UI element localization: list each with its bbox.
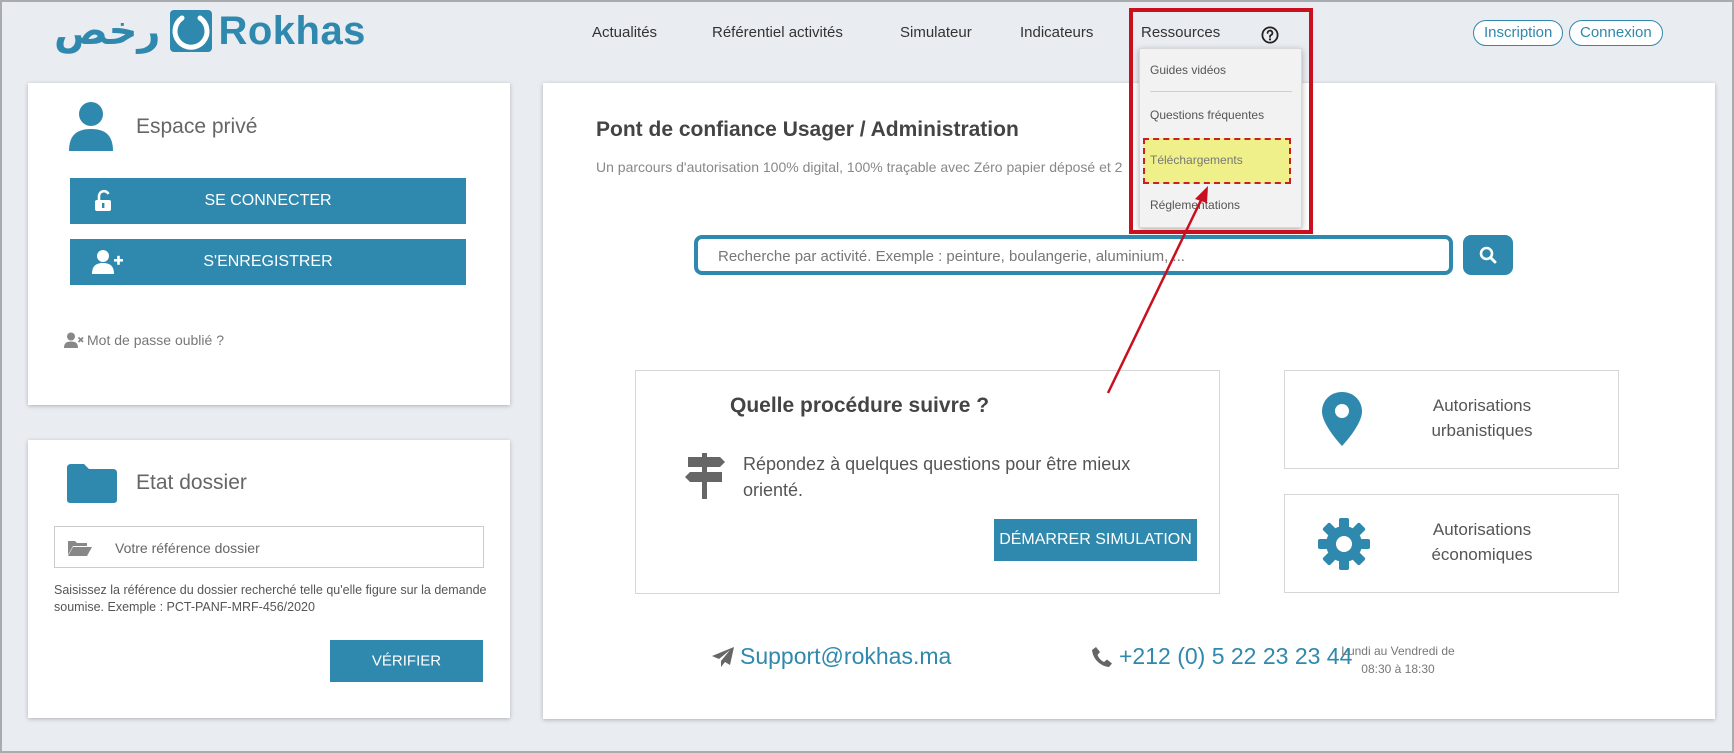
- main-content-card: Pont de confiance Usager / Administratio…: [543, 83, 1715, 719]
- verify-button[interactable]: VÉRIFIER: [330, 640, 483, 682]
- opening-hours: Lundi au Vendredi de 08:30 à 18:30: [1318, 642, 1478, 678]
- search-icon: [1479, 246, 1497, 264]
- hours-line2: 08:30 à 18:30: [1361, 662, 1435, 676]
- economic-line1: Autorisations: [1432, 520, 1532, 539]
- paper-plane-icon: [712, 646, 734, 667]
- economic-line2: économiques: [1431, 545, 1533, 564]
- inscription-button[interactable]: Inscription: [1473, 20, 1564, 46]
- dossier-title: Etat dossier: [136, 471, 247, 494]
- private-space-title: Espace privé: [136, 115, 258, 138]
- forgot-password-label: Mot de passe oublié ?: [87, 332, 224, 348]
- register-label: S'ENREGISTRER: [203, 253, 333, 270]
- activity-search-input[interactable]: [718, 245, 1418, 267]
- dossier-help-text: Saisissez la référence du dossier recher…: [54, 583, 487, 614]
- user-times-icon: [64, 332, 84, 348]
- economic-authorizations-box[interactable]: Autorisations économiques: [1284, 494, 1619, 593]
- activity-search-box[interactable]: [694, 235, 1453, 275]
- start-simulation-button[interactable]: DÉMARRER SIMULATION: [994, 519, 1197, 561]
- signpost-icon: [685, 453, 725, 499]
- procedure-title: Quelle procédure suivre ?: [730, 394, 990, 417]
- start-simulation-label: DÉMARRER SIMULATION: [999, 531, 1192, 548]
- map-marker-icon: [1322, 392, 1362, 446]
- procedure-box: Quelle procédure suivre ? Répondez à que…: [635, 370, 1220, 594]
- help-icon[interactable]: [1261, 26, 1279, 44]
- dossier-reference-input[interactable]: [115, 537, 465, 559]
- verify-label: VÉRIFIER: [371, 652, 442, 670]
- economic-authorizations-label: Autorisations économiques: [1397, 517, 1567, 567]
- nav-actualites[interactable]: Actualités: [592, 24, 657, 41]
- dossier-status-card: Etat dossier Saisissez la référence du d…: [28, 440, 510, 718]
- folder-open-icon: [68, 541, 92, 556]
- main-title: Pont de confiance Usager / Administratio…: [596, 118, 1019, 141]
- phone-number[interactable]: +212 (0) 5 22 23 23 44: [1091, 643, 1352, 670]
- phone-icon: [1092, 646, 1112, 667]
- private-space-card: Espace privé SE CONNECTER S'ENREGISTRER …: [28, 83, 510, 405]
- nav-ressources[interactable]: Ressources: [1141, 24, 1220, 41]
- support-email: Support@rokhas.ma: [740, 643, 952, 669]
- hours-line1: Lundi au Vendredi de: [1341, 644, 1455, 658]
- dropdown-guides-videos[interactable]: Guides vidéos: [1150, 63, 1226, 77]
- dossier-reference-field[interactable]: [54, 526, 484, 568]
- register-button[interactable]: S'ENREGISTRER: [70, 239, 466, 285]
- dropdown-questions-frequentes[interactable]: Questions fréquentes: [1150, 108, 1264, 122]
- urban-authorizations-label: Autorisations urbanistiques: [1397, 393, 1567, 443]
- nav-referentiel-activites[interactable]: Référentiel activités: [712, 24, 843, 41]
- rokhas-logo[interactable]: رخص Rokhas: [54, 6, 366, 56]
- connect-label: SE CONNECTER: [204, 192, 332, 209]
- logo-latin-text: Rokhas: [218, 9, 366, 53]
- main-subtitle: Un parcours d'autorisation 100% digital,…: [596, 159, 1123, 175]
- logo-ring-icon: [170, 10, 213, 52]
- nav-indicateurs[interactable]: Indicateurs: [1020, 24, 1093, 41]
- dropdown-reglementations[interactable]: Réglementations: [1150, 198, 1240, 212]
- support-email-link[interactable]: Support@rokhas.ma: [711, 643, 951, 670]
- search-button[interactable]: [1463, 235, 1513, 275]
- gear-icon: [1318, 518, 1370, 570]
- connect-button[interactable]: SE CONNECTER: [70, 178, 466, 224]
- urban-line1: Autorisations: [1432, 396, 1532, 415]
- connexion-button[interactable]: Connexion: [1569, 20, 1663, 46]
- folder-icon: [67, 464, 117, 503]
- dropdown-separator: [1150, 91, 1292, 92]
- urban-line2: urbanistiques: [1431, 421, 1533, 440]
- dropdown-telechargements[interactable]: Téléchargements: [1150, 153, 1243, 167]
- urban-authorizations-box[interactable]: Autorisations urbanistiques: [1284, 370, 1619, 469]
- user-icon: [69, 102, 113, 151]
- procedure-text: Répondez à quelques questions pour être …: [743, 454, 1131, 500]
- forgot-password-link[interactable]: Mot de passe oublié ?: [64, 332, 224, 348]
- logo-arabic-text: رخص: [54, 8, 161, 54]
- ressources-dropdown: Guides vidéos Questions fréquentes Téléc…: [1139, 48, 1302, 228]
- nav-simulateur[interactable]: Simulateur: [900, 24, 972, 41]
